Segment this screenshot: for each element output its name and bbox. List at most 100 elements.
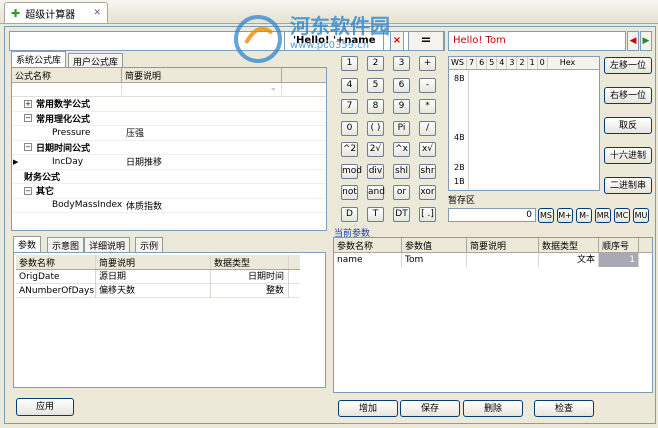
key-button[interactable]: or (393, 185, 410, 200)
document-tab[interactable]: ✚ 超级计算器 ✕ (4, 2, 108, 23)
column-header[interactable]: 参数名称 (334, 238, 402, 252)
table-row[interactable]: OrigDate 源日期 日期时间 (16, 269, 300, 284)
key-button[interactable]: x√ (419, 142, 436, 157)
tab-system-library[interactable]: 系统公式库 (11, 51, 67, 68)
register-bit-label: 6 (477, 57, 488, 69)
column-header[interactable]: 数据类型 (211, 255, 289, 269)
tree-row[interactable]: − 常用理化公式 (12, 112, 326, 126)
key-button[interactable]: Pi (393, 120, 410, 136)
memory-button[interactable]: MS (538, 208, 554, 223)
side-button[interactable]: 左移一位 (604, 57, 652, 74)
expand-toggle-icon[interactable]: − (24, 114, 32, 123)
param-grid: 参数名称 简要说明 数据类型 OrigDate 源日期 日期时间 ANumberOfD… (16, 255, 300, 298)
column-header[interactable]: 简要说明 (467, 238, 539, 252)
key-button[interactable]: 8 (367, 99, 384, 114)
key-button[interactable]: - (419, 77, 436, 93)
tree-row[interactable]: Pressure 压强 (12, 126, 326, 141)
key-button[interactable]: ( ) (367, 120, 384, 136)
side-button[interactable]: 取反 (604, 117, 652, 134)
key-button[interactable]: 9 (393, 99, 410, 114)
side-button[interactable]: 十六进制 (604, 147, 652, 164)
key-button[interactable]: shl (393, 163, 410, 179)
key-button[interactable]: * (419, 99, 436, 114)
formula-name: 其它 (36, 187, 55, 198)
tab-sample[interactable]: 示例 (135, 237, 164, 252)
table-row[interactable]: ANumberOfDays 偏移天数 整数 (16, 283, 300, 298)
formula-name: 财务公式 (24, 172, 61, 183)
key-button[interactable]: mod (341, 163, 362, 179)
key-button[interactable]: DT (393, 206, 410, 222)
key-button[interactable]: and (367, 185, 385, 200)
column-header[interactable]: 参数值 (402, 238, 467, 252)
table-row[interactable]: name Tom 文本 1 (334, 253, 652, 267)
key-button[interactable]: not (341, 185, 358, 200)
current-params-grid: 参数名称 参数值 简要说明 数据类型 顺序号 name Tom 文本 1 (333, 237, 653, 393)
expand-toggle-icon[interactable]: − (24, 143, 32, 152)
memory-button[interactable]: M+ (557, 208, 573, 223)
memory-button[interactable]: MR (595, 208, 611, 223)
side-button[interactable]: 右移一位 (604, 87, 652, 104)
expand-toggle-icon[interactable]: + (24, 99, 32, 108)
param-desc: 源日期 (96, 269, 211, 284)
memory-button[interactable]: M- (576, 208, 592, 223)
key-button[interactable]: + (419, 56, 436, 71)
tab-params[interactable]: 参数 (13, 236, 42, 253)
action-button[interactable]: 检查 (534, 400, 594, 417)
column-header[interactable]: 简要说明 (122, 68, 282, 82)
formula-name-cell: − 其它 (12, 184, 122, 197)
apply-button[interactable]: 应用 (16, 398, 74, 416)
side-button[interactable]: 二进制串 (604, 177, 652, 194)
tree-row[interactable]: BodyMassIndex 体质指数 (12, 199, 326, 213)
key-button[interactable]: D (341, 206, 358, 222)
key-button[interactable]: 2√ (367, 142, 384, 157)
action-button[interactable]: 增加 (338, 400, 398, 417)
arrow-left-icon[interactable]: ◀ (627, 31, 639, 51)
column-header[interactable]: 简要说明 (96, 255, 211, 269)
key-button[interactable]: [ .] (419, 206, 436, 222)
equals-button[interactable]: = (408, 31, 444, 51)
memory-button[interactable]: MC (614, 208, 630, 223)
tab-user-library[interactable]: 用户公式库 (68, 53, 124, 68)
close-tab-icon[interactable]: ✕ (93, 8, 101, 18)
column-header[interactable]: 数据类型 (539, 238, 599, 252)
key-button[interactable]: 2 (367, 56, 384, 71)
tab-diagram[interactable]: 示意图 (47, 237, 85, 252)
key-button[interactable]: T (367, 206, 384, 222)
arrow-right-icon[interactable]: ▶ (640, 31, 652, 51)
tree-row[interactable]: − 其它 (12, 184, 326, 199)
register-bit-label: Hex (559, 58, 576, 67)
filter-row[interactable]: ⌄ (12, 83, 326, 97)
param-type: 整数 (211, 283, 289, 298)
tree-row[interactable]: − 日期时间公式 (12, 141, 326, 155)
tab-detail[interactable]: 详细说明 (84, 237, 131, 252)
formula-name-cell: IncDay (12, 157, 122, 167)
action-button[interactable]: 删除 (463, 400, 523, 417)
key-button[interactable]: 4 (341, 77, 358, 93)
key-button[interactable]: 0 (341, 120, 358, 136)
key-button[interactable]: / (419, 120, 436, 136)
key-button[interactable]: 1 (341, 56, 358, 71)
memory-field[interactable]: 0 (448, 208, 536, 222)
key-button[interactable]: shr (419, 163, 436, 179)
tree-row[interactable]: 财务公式 (12, 170, 326, 184)
key-button[interactable]: ^x (393, 142, 410, 157)
column-header[interactable]: 公式名称 (12, 68, 122, 82)
dropdown-arrow-icon[interactable]: ⌄ (122, 83, 282, 96)
tree-row[interactable]: IncDay 日期推移 ▶ (12, 155, 326, 170)
tree-row[interactable]: + 常用数学公式 (12, 97, 326, 112)
register-bit-label: 3 (507, 57, 518, 69)
key-button[interactable]: 6 (393, 77, 410, 93)
key-button[interactable]: div (367, 163, 384, 179)
result-field[interactable]: Hello! Tom (448, 31, 626, 51)
key-button[interactable]: 3 (393, 56, 410, 71)
key-button[interactable]: ^2 (341, 142, 358, 157)
key-button[interactable]: 7 (341, 99, 358, 114)
column-header[interactable]: 参数名称 (16, 255, 96, 269)
key-button[interactable]: 5 (367, 77, 384, 93)
memory-button[interactable]: MU (633, 208, 649, 223)
column-header[interactable]: 顺序号 (599, 238, 639, 252)
expand-toggle-icon[interactable]: − (24, 186, 32, 195)
action-button[interactable]: 保存 (400, 400, 460, 417)
key-button[interactable]: xor (419, 185, 436, 200)
clear-button[interactable]: × (390, 31, 404, 51)
